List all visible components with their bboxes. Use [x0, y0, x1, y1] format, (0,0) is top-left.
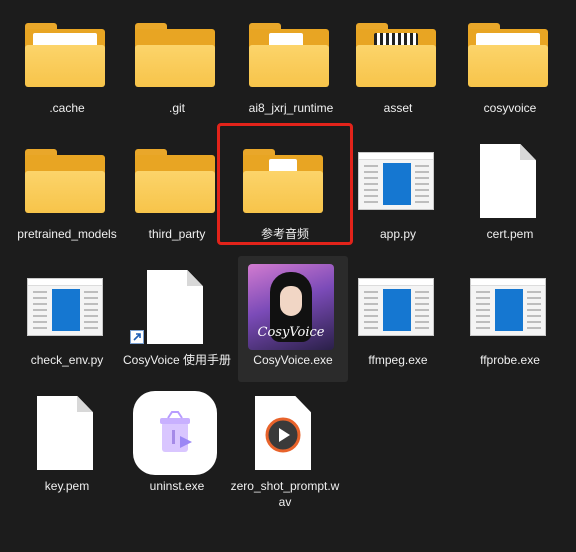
file-name: cert.pem — [486, 227, 534, 241]
file-name: ai8_jxrj_runtime — [248, 101, 334, 115]
file-item-manual-shortcut[interactable]: CosyVoice 使用手册 — [122, 256, 232, 382]
document-icon — [22, 390, 108, 476]
exe-icon — [353, 264, 439, 350]
folder-item-third-party[interactable]: third_party — [122, 130, 232, 256]
folder-item-asset[interactable]: asset — [343, 4, 453, 130]
file-name: uninst.exe — [149, 479, 205, 493]
file-item-zero-shot-prompt-wav[interactable]: zero_shot_prompt.wav — [230, 382, 340, 509]
document-icon — [465, 138, 551, 224]
app-icon: CosyVoice — [248, 264, 334, 350]
folder-item-pretrained-models[interactable]: pretrained_models — [12, 130, 122, 256]
folder-icon — [353, 12, 439, 98]
folder-item-cache[interactable]: .cache — [12, 4, 122, 130]
file-item-uninst-exe[interactable]: uninst.exe — [122, 382, 232, 508]
folder-item-cosyvoice[interactable]: cosyvoice — [455, 4, 565, 130]
uninstaller-icon — [132, 390, 218, 476]
folder-item-git[interactable]: .git — [122, 4, 232, 130]
file-name: zero_shot_prompt.wav — [230, 479, 340, 509]
file-name: 参考音频 — [260, 227, 309, 241]
file-item-key-pem[interactable]: key.pem — [12, 382, 122, 508]
folder-icon — [132, 138, 218, 224]
file-name: CosyVoice 使用手册 — [122, 353, 232, 367]
file-name: check_env.py — [30, 353, 104, 367]
file-name: pretrained_models — [17, 227, 117, 241]
folder-item-reference-audio[interactable]: 参考音频 — [230, 130, 340, 256]
file-name: asset — [383, 101, 413, 115]
python-file-icon — [22, 264, 108, 350]
folder-icon — [22, 12, 108, 98]
file-grid: .cache .git ai8_jxrj_runtime asset cosyv… — [0, 0, 576, 552]
file-item-cosyvoice-exe[interactable]: CosyVoice CosyVoice.exe — [238, 256, 348, 382]
audio-file-icon — [240, 390, 326, 476]
folder-icon — [240, 138, 326, 224]
shortcut-arrow-icon — [130, 330, 144, 344]
file-name: ffmpeg.exe — [368, 353, 428, 367]
python-file-icon — [353, 138, 439, 224]
file-item-app-py[interactable]: app.py — [343, 130, 453, 256]
brand-label: CosyVoice — [257, 325, 325, 340]
file-name: ffprobe.exe — [480, 353, 540, 367]
file-name: key.pem — [44, 479, 90, 493]
folder-item-runtime[interactable]: ai8_jxrj_runtime — [236, 4, 346, 130]
file-item-ffmpeg-exe[interactable]: ffmpeg.exe — [343, 256, 453, 382]
file-name: app.py — [379, 227, 417, 241]
folder-icon — [132, 12, 218, 98]
shortcut-document-icon — [132, 264, 218, 350]
folder-icon — [22, 138, 108, 224]
file-name: .cache — [49, 101, 85, 115]
file-name: CosyVoice.exe — [253, 353, 333, 367]
exe-icon — [465, 264, 551, 350]
file-name: third_party — [148, 227, 206, 241]
file-name: .git — [168, 101, 185, 115]
file-item-check-env-py[interactable]: check_env.py — [12, 256, 122, 382]
file-name: cosyvoice — [483, 101, 537, 115]
folder-icon — [465, 12, 551, 98]
file-item-ffprobe-exe[interactable]: ffprobe.exe — [455, 256, 565, 382]
file-item-cert-pem[interactable]: cert.pem — [455, 130, 565, 256]
folder-icon — [246, 12, 332, 98]
